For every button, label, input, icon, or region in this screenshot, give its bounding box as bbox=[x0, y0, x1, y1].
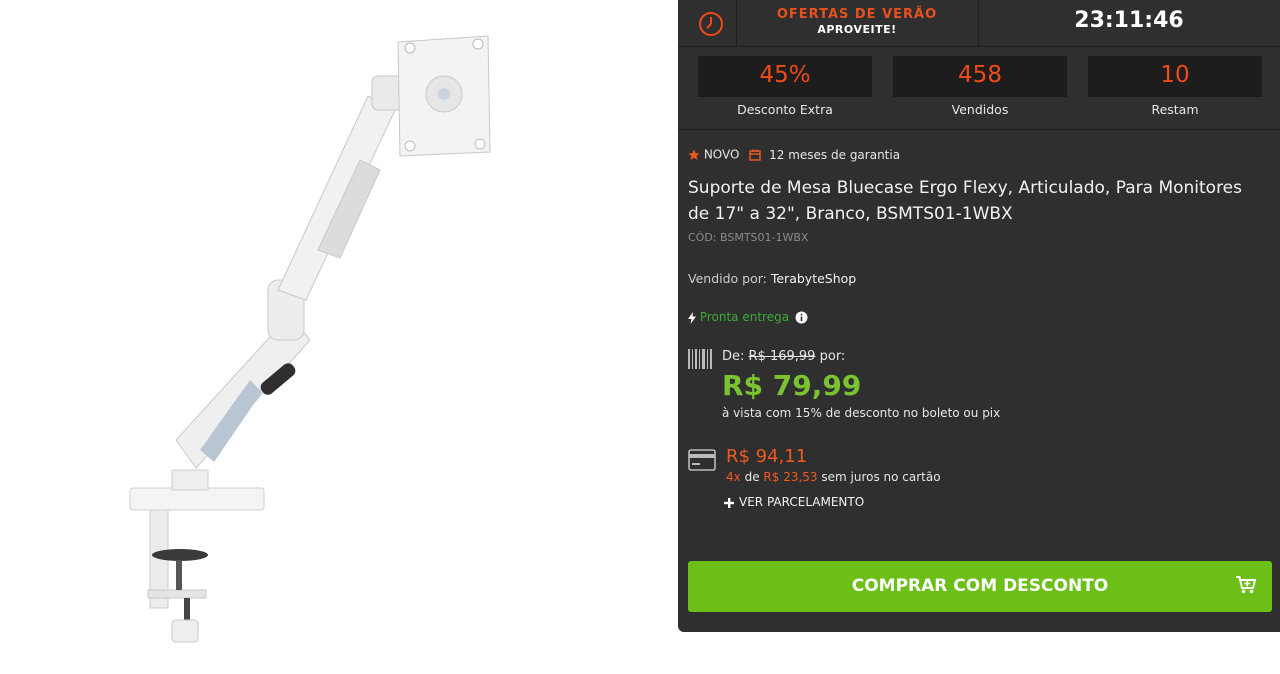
availability: Pronta entrega bbox=[688, 310, 808, 324]
cash-price-note: à vista com 15% de desconto no boleto ou… bbox=[722, 406, 1001, 420]
monitor-arm-illustration bbox=[129, 35, 491, 643]
seller-name[interactable]: TerabyteShop bbox=[771, 271, 856, 286]
divider bbox=[678, 129, 1280, 130]
promo-subtitle: APROVEITE! bbox=[817, 23, 897, 36]
stat-remaining-label: Restam bbox=[1151, 102, 1199, 117]
view-installments-label: VER PARCELAMENTO bbox=[739, 495, 865, 509]
countdown-timer: 23:11:46 bbox=[1074, 8, 1184, 33]
card-price: R$ 94,11 bbox=[726, 446, 808, 467]
promo-title: OFERTAS DE VERÃO bbox=[776, 7, 938, 22]
view-installments-link[interactable]: VER PARCELAMENTO bbox=[724, 495, 864, 509]
stat-sold-value: 458 bbox=[958, 62, 1002, 88]
promo-text: OFERTAS DE VERÃO APROVEITE! bbox=[736, 0, 979, 46]
seller-prefix: Vendido por: bbox=[688, 271, 767, 286]
stat-discount-box: 45% bbox=[698, 56, 872, 97]
stat-sold-box: 458 bbox=[893, 56, 1067, 97]
buy-button[interactable]: COMPRAR COM DESCONTO bbox=[688, 561, 1272, 612]
product-image[interactable] bbox=[0, 0, 676, 674]
installment-of: de bbox=[744, 470, 760, 484]
warranty-badge: 12 meses de garantia bbox=[769, 147, 901, 162]
stat-discount-value: 45% bbox=[759, 62, 811, 88]
stat-discount-label: Desconto Extra bbox=[737, 102, 833, 117]
product-badges: NOVO 12 meses de garantia bbox=[688, 147, 900, 162]
info-icon[interactable] bbox=[795, 311, 808, 324]
stat-sold-label: Vendidos bbox=[951, 102, 1009, 117]
plus-icon bbox=[724, 497, 734, 508]
old-price: De: R$ 169,99 por: bbox=[722, 349, 845, 364]
cart-icon bbox=[1236, 576, 1256, 594]
product-title: Suporte de Mesa Bluecase Ergo Flexy, Art… bbox=[688, 178, 1243, 224]
installment-note: sem juros no cartão bbox=[821, 470, 941, 484]
offer-panel: OFERTAS DE VERÃO APROVEITE! 23:11:46 45%… bbox=[678, 0, 1280, 632]
old-price-prefix: De: bbox=[722, 349, 745, 364]
barcode-icon bbox=[688, 349, 712, 369]
stat-remaining-box: 10 bbox=[1088, 56, 1262, 97]
old-price-suffix: por: bbox=[819, 349, 846, 364]
lightning-icon bbox=[688, 311, 696, 324]
installment-value: R$ 23,53 bbox=[763, 470, 818, 484]
new-badge: NOVO bbox=[703, 147, 740, 162]
old-price-value: R$ 169,99 bbox=[748, 349, 816, 364]
star-icon bbox=[688, 149, 700, 160]
cash-price: R$ 79,99 bbox=[722, 369, 862, 402]
promo-bar: OFERTAS DE VERÃO APROVEITE! 23:11:46 bbox=[678, 0, 1280, 47]
buy-button-label: COMPRAR COM DESCONTO bbox=[851, 576, 1109, 596]
clock-icon bbox=[699, 12, 723, 36]
product-code: CÓD: BSMTS01-1WBX bbox=[688, 231, 809, 244]
installment-info: 4x de R$ 23,53 sem juros no cartão bbox=[726, 470, 941, 484]
installment-count: 4x bbox=[726, 470, 741, 484]
seller-info: Vendido por: TerabyteShop bbox=[688, 271, 856, 286]
calendar-icon bbox=[749, 149, 762, 161]
credit-card-icon bbox=[688, 449, 716, 471]
promo-icon-cell bbox=[678, 0, 737, 46]
stat-remaining-value: 10 bbox=[1160, 62, 1190, 88]
availability-text: Pronta entrega bbox=[699, 310, 790, 324]
